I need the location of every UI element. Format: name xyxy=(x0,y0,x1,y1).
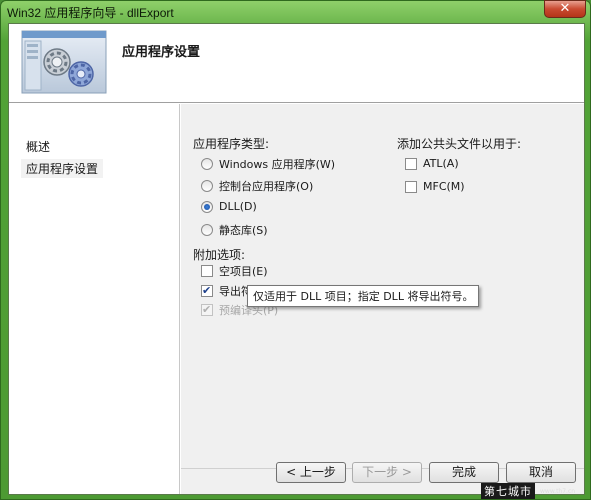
radio-indicator xyxy=(201,200,213,213)
radio-dll[interactable]: DLL(D) xyxy=(201,200,257,213)
radio-label: DLL(D) xyxy=(219,200,257,213)
nav-item-app-settings[interactable]: 应用程序设置 xyxy=(21,159,104,178)
gears-banner-icon xyxy=(21,30,107,94)
radio-console-app[interactable]: 控制台应用程序(O) xyxy=(201,178,313,194)
radio-indicator xyxy=(201,158,213,170)
prev-button[interactable]: < 上一步 xyxy=(276,462,346,483)
cancel-button[interactable]: 取消 xyxy=(506,462,576,483)
close-icon: ✕ xyxy=(559,1,571,16)
checkbox-mfc[interactable]: MFC(M) xyxy=(405,180,465,193)
checkbox-atl[interactable]: ATL(A) xyxy=(405,157,459,170)
tooltip: 仅适用于 DLL 项目；指定 DLL 将导出符号。 xyxy=(247,285,480,307)
watermark-url: www.th7.cn xyxy=(540,488,576,495)
wizard-client: 应用程序设置 概述 应用程序设置 应用程序类型: Windows 应用程序(W)… xyxy=(8,23,585,495)
app-type-label: 应用程序类型: xyxy=(193,137,270,151)
extra-options-label: 附加选项: xyxy=(193,248,246,262)
checkbox-box xyxy=(201,265,213,277)
radio-label: 静态库(S) xyxy=(219,224,268,237)
wizard-nav: 概述 应用程序设置 xyxy=(9,104,180,494)
checkbox-box xyxy=(405,180,417,193)
page-title: 应用程序设置 xyxy=(122,45,201,60)
checkbox-label: ATL(A) xyxy=(423,157,459,170)
checkbox-box xyxy=(405,157,417,170)
checkbox-label: MFC(M) xyxy=(423,180,465,193)
radio-indicator xyxy=(201,224,213,236)
radio-indicator xyxy=(201,180,213,192)
wizard-header: 应用程序设置 xyxy=(9,24,584,103)
radio-label: 控制台应用程序(O) xyxy=(219,180,314,193)
finish-button[interactable]: 完成 xyxy=(429,462,499,483)
nav-item-overview[interactable]: 概述 xyxy=(26,138,50,155)
checkbox-box xyxy=(201,304,213,316)
common-headers-label: 添加公共头文件以用于: xyxy=(397,137,522,151)
window-title: Win32 应用程序向导 - dllExport xyxy=(7,6,174,20)
title-bar[interactable]: Win32 应用程序向导 - dllExport ✕ xyxy=(1,0,591,23)
radio-label: Windows 应用程序(W) xyxy=(219,158,336,171)
window-frame: Win32 应用程序向导 - dllExport ✕ 应用程序设置 概述 应用程… xyxy=(0,0,591,500)
checkbox-box xyxy=(201,285,213,297)
checkbox-empty-project[interactable]: 空项目(E) xyxy=(201,263,268,279)
radio-windows-app[interactable]: Windows 应用程序(W) xyxy=(201,156,335,172)
checkbox-label: 空项目(E) xyxy=(219,265,268,278)
watermark-logo: 第七城市 xyxy=(481,483,535,499)
next-button: 下一步 > xyxy=(352,462,422,483)
radio-static-lib[interactable]: 静态库(S) xyxy=(201,222,268,238)
close-button[interactable]: ✕ xyxy=(544,0,586,18)
